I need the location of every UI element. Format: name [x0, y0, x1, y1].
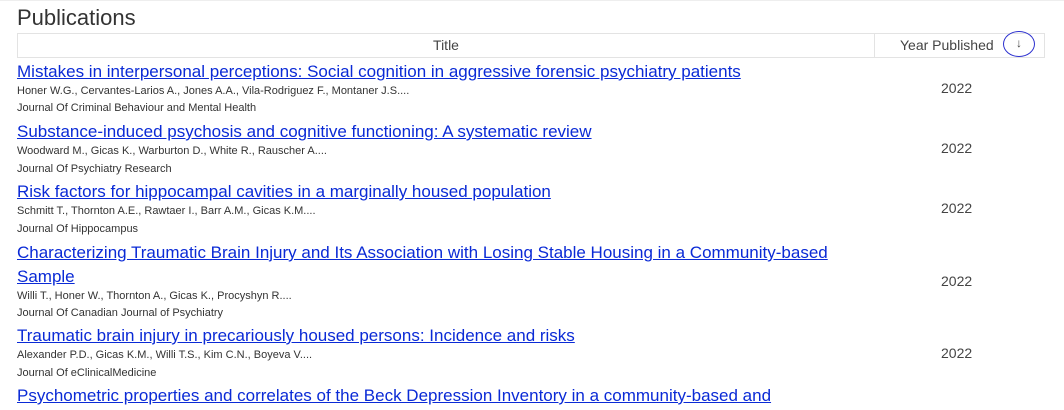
column-header-title[interactable]: Title [18, 34, 875, 57]
publication-journal: Journal Of Hippocampus [17, 223, 139, 235]
publication-title-link[interactable]: Risk factors for hippocampal cavities in… [17, 181, 847, 202]
publication-year: 2022 [941, 345, 973, 361]
publication-journal: Journal Of eClinicalMedicine [17, 367, 157, 379]
publication-year: 2022 [941, 200, 973, 216]
publication-title-link[interactable]: Psychometric properties and correlates o… [17, 385, 847, 406]
column-header-year[interactable]: Year Published ↓ [875, 31, 1045, 57]
top-divider [0, 0, 1064, 1]
publication-title-link[interactable]: Characterizing Traumatic Brain Injury an… [17, 241, 847, 289]
publications-panel: Publications Title Year Published ↓ Mist… [0, 0, 1064, 410]
publication-authors: Woodward M., Gicas K., Warburton D., Whi… [17, 145, 327, 157]
publication-authors: Willi T., Honer W., Thornton A., Gicas K… [17, 290, 292, 302]
publication-authors: Alexander P.D., Gicas K.M., Willi T.S., … [17, 349, 313, 361]
section-title: Publications [17, 5, 136, 30]
publication-journal: Journal Of Canadian Journal of Psychiatr… [17, 307, 224, 319]
publication-year: 2022 [941, 273, 973, 289]
arrow-down-icon[interactable]: ↓ [1003, 31, 1035, 57]
publication-journal: Journal Of Criminal Behaviour and Mental… [17, 102, 257, 114]
publication-year: 2022 [941, 140, 973, 156]
publication-authors: Schmitt T., Thornton A.E., Rawtaer I., B… [17, 205, 316, 217]
publication-title-link[interactable]: Substance-induced psychosis and cognitiv… [17, 121, 847, 142]
publication-journal: Journal Of Psychiatry Research [17, 163, 172, 175]
publication-authors: Honer W.G., Cervantes-Larios A., Jones A… [17, 85, 410, 97]
publication-title-link[interactable]: Traumatic brain injury in precariously h… [17, 325, 847, 346]
table-header: Title Year Published ↓ [17, 31, 1045, 58]
column-header-year-label: Year Published [900, 37, 994, 53]
publication-year: 2022 [941, 80, 973, 96]
publication-title-link[interactable]: Mistakes in interpersonal perceptions: S… [17, 61, 847, 82]
